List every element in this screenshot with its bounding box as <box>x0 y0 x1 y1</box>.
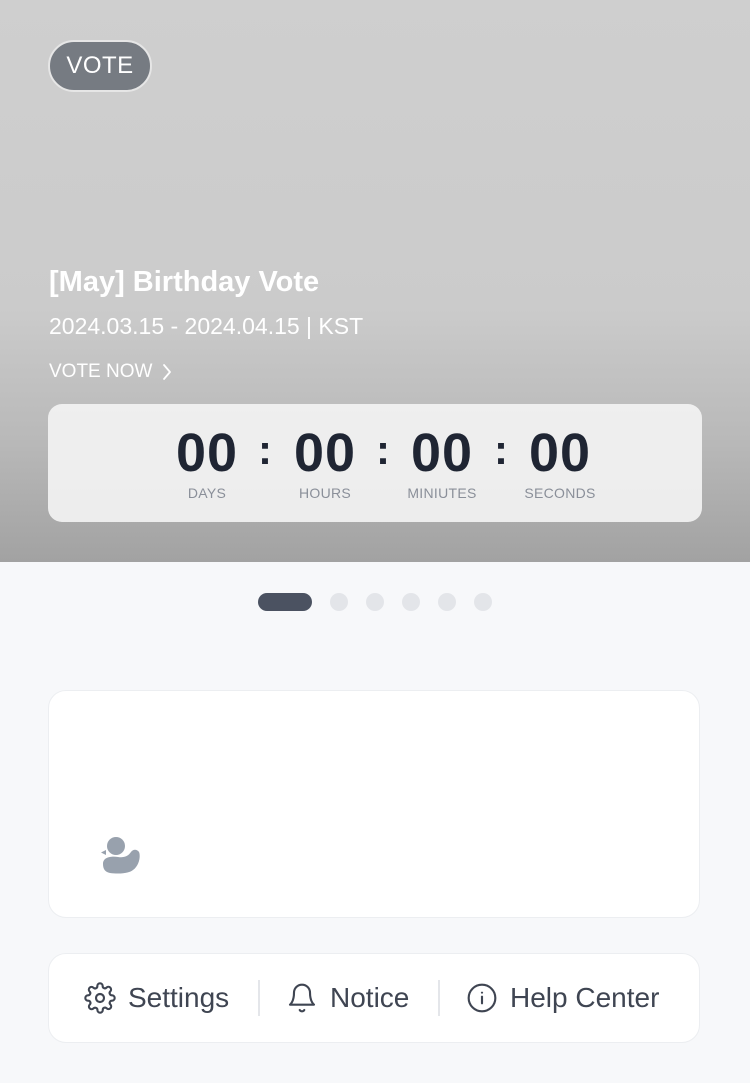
countdown-days: 00 DAYS <box>152 422 262 501</box>
bell-icon <box>288 983 316 1013</box>
countdown-minutes: 00 MINIUTES <box>387 422 497 501</box>
menu-divider <box>258 980 260 1016</box>
carousel-pagination <box>258 593 492 611</box>
vote-badge: VOTE <box>48 40 152 92</box>
days-value: 00 <box>175 423 239 483</box>
duck-icon <box>101 837 140 874</box>
bottom-menu: Settings Notice Help Center <box>48 953 700 1043</box>
carousel-dot[interactable] <box>330 593 348 611</box>
seconds-label: SECONDS <box>524 485 596 501</box>
notice-button[interactable]: Notice <box>286 954 409 1042</box>
vote-now-link[interactable]: VOTE NOW <box>49 361 172 383</box>
notice-label: Notice <box>330 982 410 1013</box>
countdown-seconds: 00 SECONDS <box>505 422 615 501</box>
vote-title: [May] Birthday Vote <box>49 266 320 298</box>
settings-button[interactable]: Settings <box>84 954 229 1042</box>
carousel-dot[interactable] <box>402 593 420 611</box>
carousel-dot[interactable] <box>366 593 384 611</box>
carousel-dot-active[interactable] <box>258 593 312 611</box>
gear-icon <box>84 982 116 1014</box>
carousel-dot[interactable] <box>438 593 456 611</box>
help-center-label: Help Center <box>510 982 660 1013</box>
hero-banner[interactable]: VOTE [May] Birthday Vote 2024.03.15 - 20… <box>0 0 750 562</box>
days-label: DAYS <box>187 485 227 501</box>
countdown-hours: 00 HOURS <box>270 422 380 501</box>
vote-now-label: VOTE NOW <box>49 361 153 382</box>
info-icon <box>467 983 497 1013</box>
seconds-value: 00 <box>528 423 592 483</box>
settings-label: Settings <box>128 982 230 1013</box>
hours-value: 00 <box>293 423 357 483</box>
hours-label: HOURS <box>298 485 352 501</box>
minutes-label: MINIUTES <box>407 485 477 501</box>
countdown-timer: 00 DAYS : 00 HOURS : 00 MINIUTES : 00 SE… <box>48 404 702 522</box>
carousel-dot[interactable] <box>474 593 492 611</box>
help-center-button[interactable]: Help Center <box>466 954 659 1042</box>
menu-divider <box>438 980 440 1016</box>
chevron-right-icon <box>163 364 172 380</box>
minutes-value: 00 <box>410 423 474 483</box>
content-card <box>48 690 700 918</box>
vote-period: 2024.03.15 - 2024.04.15 | KST <box>49 313 364 339</box>
